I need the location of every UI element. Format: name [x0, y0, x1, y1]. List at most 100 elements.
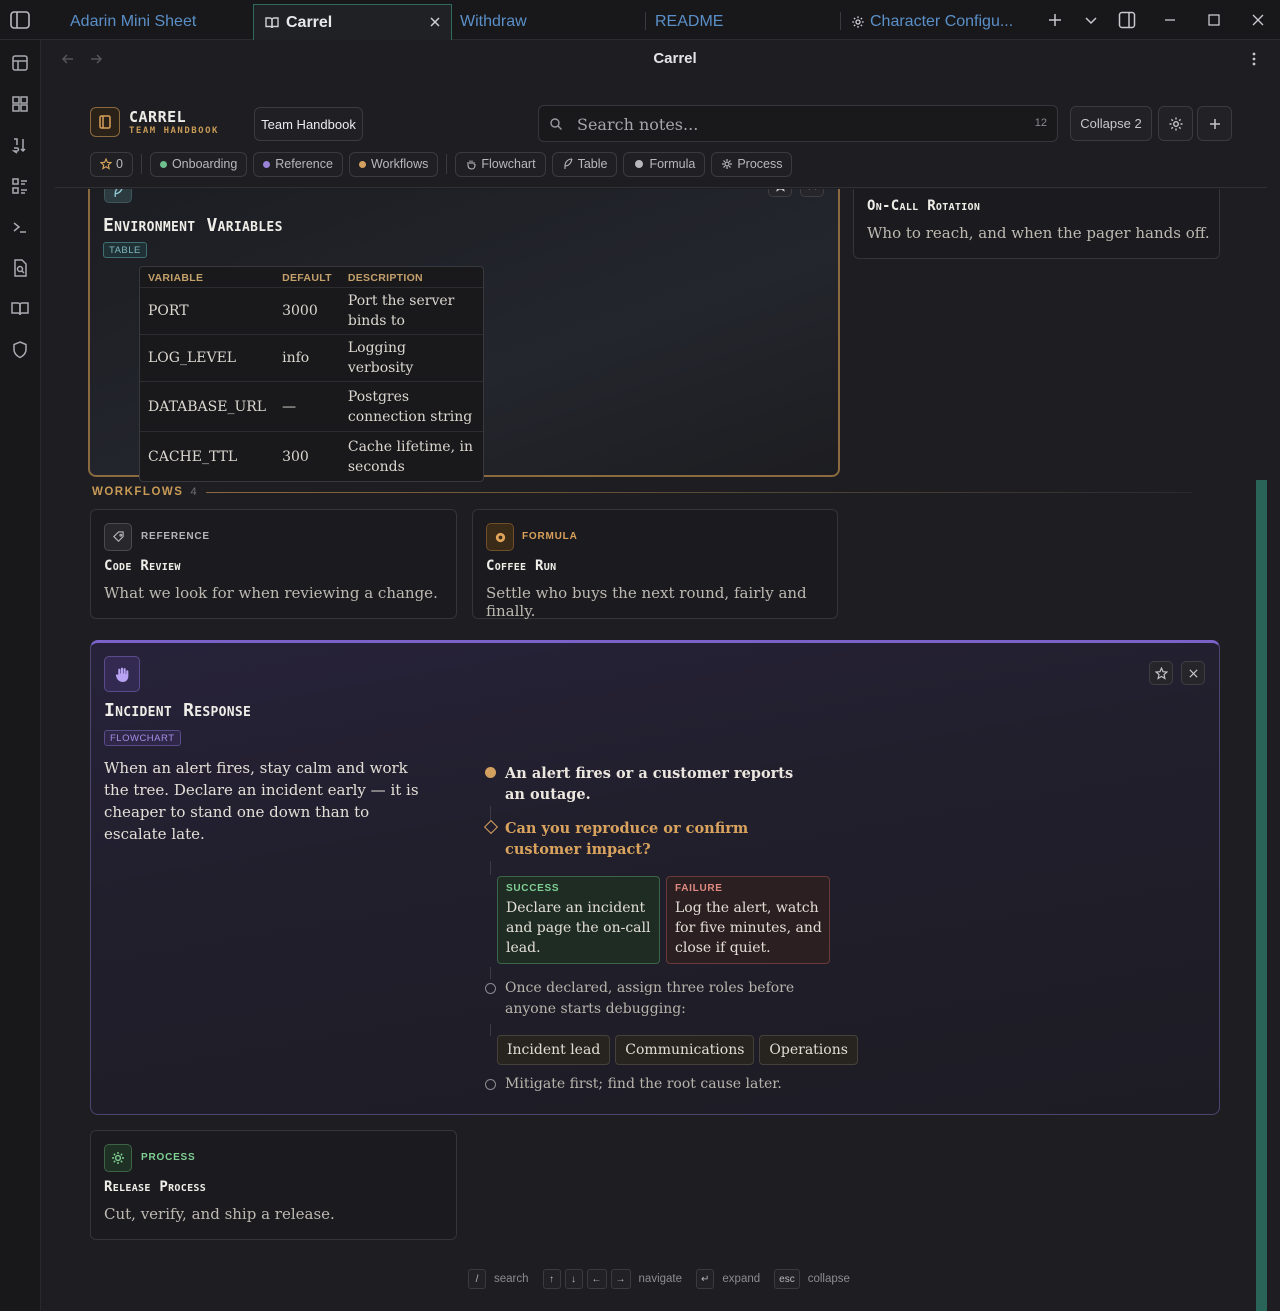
search-icon: [549, 117, 563, 131]
workflows-section-header: WORKFLOWS 4: [92, 486, 1192, 498]
card-description: Who to reach, and when the pager hands o…: [867, 224, 1210, 242]
tab-adarin-mini-sheet[interactable]: Adarin Mini Sheet: [56, 4, 252, 40]
chip-label: Onboarding: [171, 157, 238, 171]
kbd-hint-label: expand: [722, 1273, 761, 1285]
tab-carrel[interactable]: Carrel: [253, 4, 452, 40]
kbd-key: /: [468, 1269, 486, 1289]
chip-divider: [446, 154, 448, 174]
category-chip-workflows[interactable]: Workflows: [348, 151, 439, 177]
success-branch: SUCCESS Declare an incident and page the…: [497, 876, 660, 964]
incident-response-card[interactable]: Incident Response FLOWCHART When an aler…: [90, 640, 1220, 1115]
table-cell: —: [274, 381, 340, 431]
sidebar-right-icon[interactable]: [1117, 10, 1137, 30]
pin-icon[interactable]: [1149, 661, 1173, 685]
category-chip-onboarding[interactable]: Onboarding: [149, 151, 248, 177]
close-icon[interactable]: [800, 189, 824, 197]
table-row: CACHE_TTL 300 Cache lifetime, in seconds: [140, 431, 483, 481]
tab-readme[interactable]: README: [641, 4, 837, 40]
search-input[interactable]: [577, 114, 1017, 134]
start-node-dot: [485, 767, 496, 778]
handbook-button[interactable]: Team Handbook: [254, 107, 363, 141]
tab-label: README: [655, 13, 724, 30]
type-chip-formula[interactable]: Formula: [623, 151, 706, 177]
type-tag: TABLE: [103, 242, 147, 258]
kbd-key: ←: [586, 1269, 607, 1289]
settings-button[interactable]: [1158, 106, 1193, 141]
flask-icon: [486, 523, 514, 551]
notes-content: Environment Variables TABLE VARIABLE DEF…: [55, 189, 1267, 1311]
sort-numeric-icon[interactable]: [10, 135, 30, 155]
card-title: Coffee Run: [486, 558, 557, 574]
close-window-icon[interactable]: [1248, 10, 1268, 30]
maximize-icon[interactable]: [1204, 10, 1224, 30]
role-chip: Incident lead: [497, 1035, 611, 1065]
file-search-icon[interactable]: [10, 258, 30, 278]
add-note-button[interactable]: [1197, 106, 1232, 141]
type-chip-process[interactable]: Process: [711, 151, 793, 177]
flow-connector: [490, 861, 491, 875]
close-icon[interactable]: [1181, 661, 1205, 685]
tab-label: Character Configu...: [870, 13, 1014, 30]
book-logo-icon: [90, 107, 120, 137]
role-chips: Incident lead Communications Operations: [497, 1035, 863, 1065]
card-description: What we look for when reviewing a change…: [104, 584, 438, 602]
chip-label: Flowchart: [481, 157, 536, 171]
sidebar-toggle-icon[interactable]: [8, 9, 32, 31]
left-ribbon: [0, 40, 41, 1311]
brand-subtitle: TEAM HANDBOOK: [129, 126, 219, 136]
hand-icon: [465, 158, 477, 170]
keyboard-hints: / search ↑ ↓ ← → navigate ↵ expand esc c…: [468, 1269, 864, 1289]
new-tab-icon[interactable]: [1045, 10, 1065, 30]
flow-connector: [490, 806, 491, 820]
card-kind: REFERENCE: [141, 531, 210, 542]
flow-connector: [490, 1024, 491, 1036]
flow-last-step: Mitigate first; find the root cause late…: [505, 1076, 782, 1092]
gear-icon: [104, 1144, 132, 1172]
feather-icon: [562, 158, 574, 170]
card-title: Release Process: [104, 1179, 207, 1195]
more-options-icon[interactable]: [1247, 50, 1261, 68]
oncall-rotation-card[interactable]: On-Call Rotation Who to reach, and when …: [853, 189, 1220, 259]
kbd-key: ↑: [542, 1269, 561, 1289]
branch-label: SUCCESS: [506, 883, 560, 894]
card-description: Settle who buys the next round, fairly a…: [486, 584, 807, 620]
list-icon[interactable]: [10, 176, 30, 196]
table-cell: 3000: [274, 287, 340, 334]
tab-withdraw[interactable]: Withdraw: [446, 4, 642, 40]
starred-filter-chip[interactable]: 0: [90, 151, 133, 177]
view-title: Carrel: [653, 50, 697, 67]
open-book-icon[interactable]: [10, 299, 30, 319]
type-chip-table[interactable]: Table: [551, 151, 618, 177]
terminal-icon[interactable]: [10, 217, 30, 237]
close-icon[interactable]: [427, 14, 443, 30]
code-review-card[interactable]: REFERENCE Code Review What we look for w…: [90, 509, 457, 619]
release-process-card[interactable]: PROCESS Release Process Cut, verify, and…: [90, 1130, 457, 1240]
pin-icon[interactable]: [768, 189, 792, 197]
chip-label: Reference: [275, 157, 333, 171]
card-title: Code Review: [104, 558, 181, 574]
collapse-button[interactable]: Collapse 2: [1070, 106, 1152, 141]
minimize-icon[interactable]: [1160, 10, 1180, 30]
branch-label: FAILURE: [675, 883, 723, 894]
card-title: On-Call Rotation: [867, 198, 981, 214]
plus-icon: [1207, 116, 1223, 132]
dashboard-icon[interactable]: [10, 94, 30, 114]
env-variables-card[interactable]: Environment Variables TABLE VARIABLE DEF…: [88, 189, 840, 482]
tag-icon: [104, 523, 132, 551]
starred-count: 0: [116, 157, 123, 171]
table-cell: Logging verbosity: [339, 334, 483, 381]
scrollbar[interactable]: [1256, 480, 1267, 1311]
search-box[interactable]: 12: [538, 105, 1058, 142]
coffee-run-card[interactable]: FORMULA Coffee Run Settle who buys the n…: [472, 509, 838, 620]
chevron-down-icon[interactable]: [1081, 10, 1101, 30]
kbd-key: ↓: [564, 1269, 583, 1289]
category-chip-reference[interactable]: Reference: [253, 151, 343, 177]
feather-icon: [104, 189, 132, 203]
shield-icon[interactable]: [10, 340, 30, 360]
failure-branch: FAILURE Log the alert, watch for five mi…: [666, 876, 830, 964]
table-header: DESCRIPTION: [347, 272, 423, 284]
layout-icon[interactable]: [10, 53, 30, 73]
card-kind: FORMULA: [522, 531, 578, 542]
tab-character-config[interactable]: Character Configu...: [837, 4, 1033, 40]
type-chip-flowchart[interactable]: Flowchart: [455, 151, 546, 177]
